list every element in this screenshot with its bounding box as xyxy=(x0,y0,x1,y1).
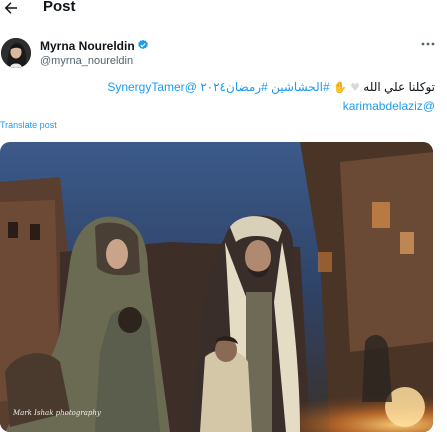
tweet-text: توكلنا علي الله ♥ ✋ #الحشاشين #رمضان٢٠٢٤… xyxy=(55,78,435,115)
verified-badge-icon xyxy=(138,39,148,50)
photo-watermark: Mark Ishak photography xyxy=(13,409,101,417)
author-handle[interactable]: @myrna_noureldin xyxy=(40,55,133,67)
author-name[interactable]: Myrna Noureldin xyxy=(40,39,135,53)
post-image[interactable]: Mark Ishak photography xyxy=(0,142,433,432)
mention-karimabdelaziz[interactable]: @karimabdelaziz xyxy=(343,99,435,113)
translate-post-link[interactable]: Translate post xyxy=(0,120,57,130)
folded-hands-icon: ✋ xyxy=(333,81,347,94)
white-heart-icon: ♥ xyxy=(350,81,360,94)
more-options-icon[interactable] xyxy=(420,37,436,51)
tweet-text-line1: توكلنا علي الله ♥ ✋ #الحشاشين #رمضان٢٠٢٤… xyxy=(107,80,435,94)
post-photo xyxy=(0,142,433,432)
hashtag-links[interactable]: #الحشاشين #رمضان٢٠٢٤ xyxy=(200,80,329,94)
mention-synergytamer[interactable]: @SynergyTamer xyxy=(107,80,197,94)
page-title: Post xyxy=(43,0,76,15)
top-bar: Post xyxy=(0,0,447,22)
tweet-prayer-text: توكلنا علي الله xyxy=(363,80,435,94)
back-arrow-icon[interactable] xyxy=(2,0,20,17)
avatar[interactable] xyxy=(1,38,31,68)
